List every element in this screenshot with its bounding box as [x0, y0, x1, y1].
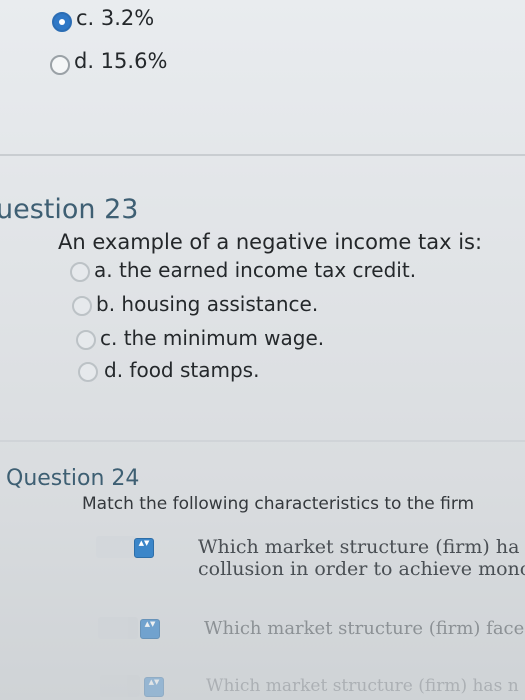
radio-option-c[interactable] [52, 12, 72, 32]
select-dropdown-button[interactable] [134, 538, 154, 558]
select-dropdown-button[interactable] [140, 619, 160, 639]
radio-option-c[interactable] [76, 330, 96, 350]
option-d-label: d. food stamps. [104, 358, 260, 382]
radio-option-d[interactable] [50, 55, 70, 75]
option-d-label: d. 15.6% [74, 49, 168, 73]
option-a-label: a. the earned income tax credit. [94, 258, 417, 282]
match-item-text-line2: collusion in order to achieve mono [198, 558, 525, 580]
match-item-text: Which market structure (firm) has n [206, 676, 519, 696]
select-dropdown-button[interactable] [144, 677, 164, 697]
match-select-field[interactable] [100, 675, 140, 697]
option-c-label: c. 3.2% [76, 6, 155, 30]
option-c-label: c. the minimum wage. [100, 326, 325, 350]
question-24-prompt: Match the following characteristics to t… [82, 494, 475, 514]
question-24-title: Question 24 [6, 466, 140, 491]
radio-option-b[interactable] [72, 296, 92, 316]
question-23-title: uestion 23 [0, 194, 139, 225]
match-select-field[interactable] [98, 617, 138, 639]
match-item-text: Which market structure (firm) face [204, 618, 525, 639]
section-divider [0, 440, 525, 442]
radio-option-a[interactable] [70, 262, 90, 282]
radio-option-d[interactable] [78, 362, 98, 382]
match-select-field[interactable] [96, 536, 136, 558]
option-b-label: b. housing assistance. [96, 292, 319, 316]
match-item-text: Which market structure (firm) ha [198, 536, 520, 558]
section-divider [0, 154, 525, 156]
question-23-prompt: An example of a negative income tax is: [58, 230, 483, 254]
